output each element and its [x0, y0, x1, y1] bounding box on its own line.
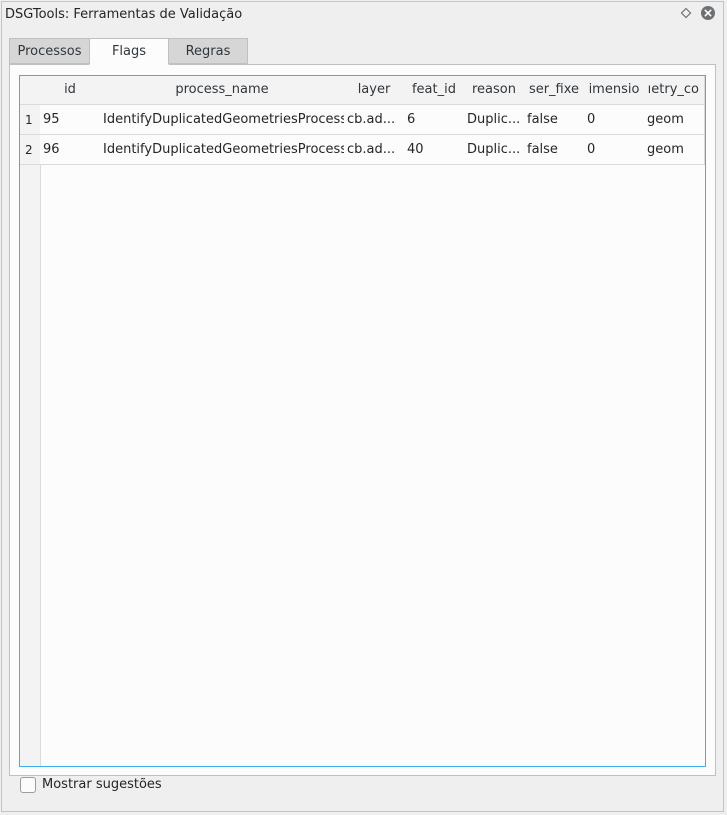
show-suggestions-checkbox[interactable]: [20, 777, 36, 793]
column-header-id[interactable]: id: [40, 76, 101, 105]
float-diamond-icon[interactable]: [679, 6, 693, 20]
cell-feat-id[interactable]: 40: [404, 135, 465, 165]
window-title: DSGTools: Ferramentas de Validação: [5, 7, 243, 22]
column-header-dimension[interactable]: imensio: [584, 76, 645, 105]
column-header-process-name[interactable]: process_name: [100, 76, 345, 105]
tab-processos[interactable]: Processos: [9, 38, 90, 64]
cell-geometry-column[interactable]: geom: [644, 105, 705, 135]
tab-flags[interactable]: Flags: [89, 38, 169, 65]
cell-layer[interactable]: cb.ad...: [344, 135, 405, 165]
show-suggestions-label[interactable]: Mostrar sugestões: [42, 776, 162, 794]
cell-reason[interactable]: Duplic...: [464, 135, 525, 165]
cell-user-fixed[interactable]: false: [524, 105, 585, 135]
row-header-column: [20, 105, 41, 766]
cell-dimension[interactable]: 0: [584, 105, 645, 135]
column-header-reason[interactable]: reason: [464, 76, 525, 105]
row-number[interactable]: 2: [20, 135, 41, 165]
cell-user-fixed[interactable]: false: [524, 135, 585, 165]
cell-id[interactable]: 96: [40, 135, 101, 165]
cell-dimension[interactable]: 0: [584, 135, 645, 165]
column-header-user-fixed[interactable]: ser_fixe: [524, 76, 585, 105]
tab-regras[interactable]: Regras: [168, 38, 248, 64]
column-header-feat-id[interactable]: feat_id: [404, 76, 465, 105]
table-corner-button[interactable]: [20, 76, 41, 105]
flags-table[interactable]: id process_name layer feat_id reason ser…: [19, 75, 706, 767]
column-header-layer[interactable]: layer: [344, 76, 405, 105]
cell-layer[interactable]: cb.ad...: [344, 105, 405, 135]
cell-reason[interactable]: Duplic...: [464, 105, 525, 135]
column-header-geometry-column[interactable]: ıetry_co: [644, 76, 705, 105]
cell-process-name[interactable]: IdentifyDuplicatedGeometriesProcess: [100, 135, 345, 165]
cell-geometry-column[interactable]: geom: [644, 135, 705, 165]
cell-process-name[interactable]: IdentifyDuplicatedGeometriesProcess: [100, 105, 345, 135]
table-row[interactable]: 1 95 IdentifyDuplicatedGeometriesProcess…: [20, 105, 705, 135]
table-row[interactable]: 2 96 IdentifyDuplicatedGeometriesProcess…: [20, 135, 705, 165]
row-number[interactable]: 1: [20, 105, 41, 135]
cell-id[interactable]: 95: [40, 105, 101, 135]
cell-feat-id[interactable]: 6: [404, 105, 465, 135]
close-circle-icon[interactable]: [701, 6, 715, 20]
table-header-row: id process_name layer feat_id reason ser…: [20, 76, 705, 105]
